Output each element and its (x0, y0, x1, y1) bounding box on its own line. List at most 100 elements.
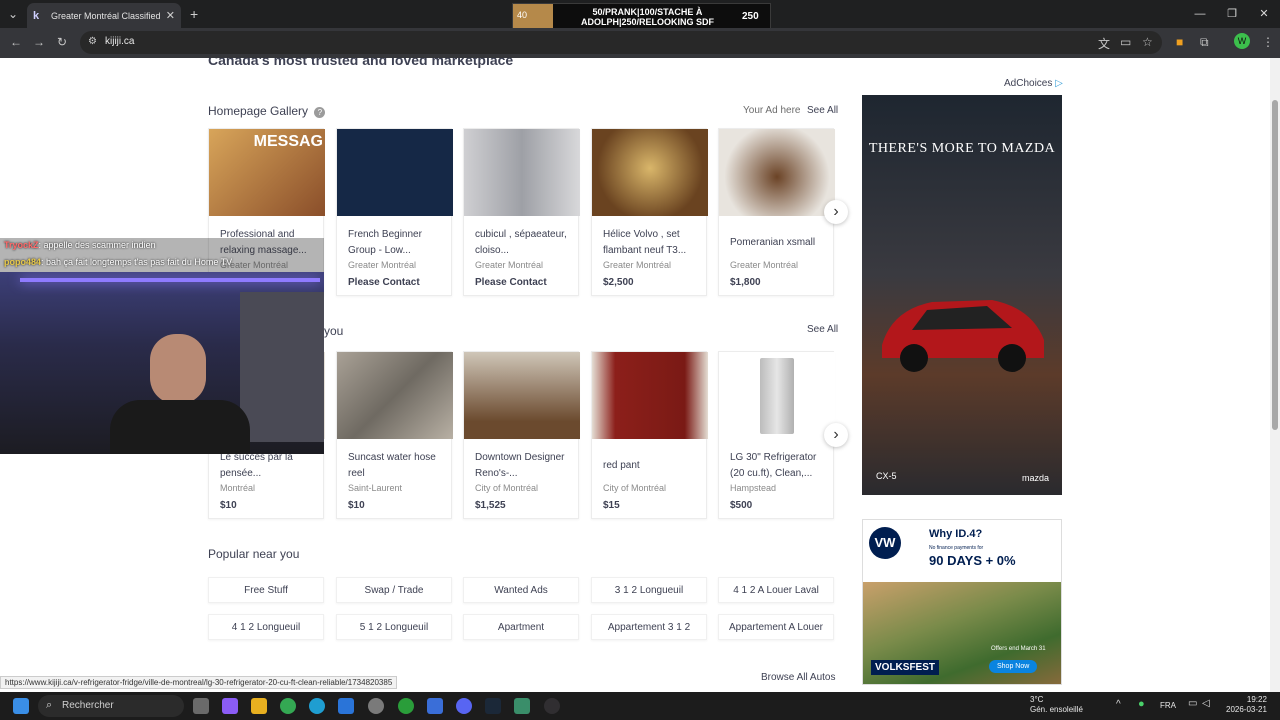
gallery-title: Homepage Gallery ? (208, 104, 326, 118)
listing-price: $1,525 (475, 500, 506, 511)
popular-link[interactable]: Wanted Ads (463, 577, 579, 603)
extension-icon[interactable]: ■ (1176, 35, 1183, 49)
popular-link[interactable]: Swap / Trade (336, 577, 452, 603)
bookmark-star-icon[interactable]: ☆ (1142, 35, 1153, 49)
listing-image (464, 129, 580, 216)
browse-all-autos-link[interactable]: Browse All Autos (761, 672, 835, 683)
browser-tab[interactable]: k Greater Montréal Classifieds - ✕ (27, 3, 181, 28)
translate-icon[interactable]: 文 (1098, 35, 1110, 52)
popular-link[interactable]: Appartement A Louer (718, 614, 834, 640)
taskbar-search-label: Rechercher (62, 700, 114, 711)
person-body (110, 400, 250, 454)
goal-left-value: 40 (513, 4, 553, 29)
listing-location: Montréal (220, 483, 256, 493)
browser-titlebar: ⌄ k Greater Montréal Classifieds - ✕ + 4… (0, 0, 1280, 30)
recommended-card[interactable]: LG 30" Refrigerator (20 cu.ft), Clean,..… (718, 351, 835, 519)
menu-kebab-icon[interactable]: ⋮ (1262, 35, 1274, 49)
weather-desc: Gén. ensoleillé (1030, 705, 1083, 714)
car-image-icon (882, 300, 1044, 372)
volume-icon[interactable]: ◁ (1202, 698, 1210, 709)
reload-icon[interactable]: ↻ (57, 35, 67, 49)
popular-link[interactable]: 4 1 2 Longueuil (208, 614, 324, 640)
adchoices-icon: ▷ (1055, 78, 1063, 89)
recommended-card[interactable]: Downtown Designer Reno's-... City of Mon… (463, 351, 580, 519)
popular-link[interactable]: 3 1 2 Longueuil (591, 577, 707, 603)
listing-price: $500 (730, 500, 753, 511)
discord-icon[interactable] (456, 698, 472, 714)
edge-icon[interactable] (309, 698, 325, 714)
app-icon[interactable] (514, 698, 530, 714)
mail-icon[interactable] (338, 698, 354, 714)
listing-price: $2,500 (603, 277, 634, 288)
scrollbar-thumb[interactable] (1272, 100, 1278, 430)
gallery-next-arrow-icon[interactable]: › (824, 200, 848, 224)
vw-shop-now-button[interactable]: Shop Now (989, 660, 1038, 673)
popular-link[interactable]: Free Stuff (208, 577, 324, 603)
page-scrollbar[interactable] (1270, 58, 1280, 692)
listing-location: City of Montréal (603, 483, 667, 493)
chat-text: : appelle des scammer indien (38, 240, 156, 250)
weather-widget[interactable]: 3°C Gén. ensoleillé (1030, 695, 1083, 715)
steam-icon[interactable] (485, 698, 501, 714)
listing-image (719, 129, 835, 216)
vw-ad-offer-end: Offers end March 31 (991, 646, 1046, 652)
copilot-icon[interactable] (222, 698, 238, 714)
site-info-icon[interactable]: ⚙ (88, 36, 97, 47)
minimize-icon[interactable]: — (1184, 0, 1216, 28)
chat-username: TryockZ (4, 240, 39, 250)
recommended-card[interactable]: Suncast water hose reel Saint-Laurent $1… (336, 351, 453, 519)
extensions-puzzle-icon[interactable]: ⧉ (1200, 35, 1209, 50)
adchoices-link[interactable]: AdChoices ▷ (1004, 78, 1063, 89)
clock[interactable]: 19:22 2026-03-21 (1226, 695, 1267, 715)
task-view-icon[interactable] (193, 698, 209, 714)
mazda-ad-banner[interactable]: THERE'S MORE TO MAZDA CX-5 mazda (862, 95, 1062, 495)
cast-icon[interactable]: ▭ (1120, 35, 1131, 49)
back-icon[interactable]: ← (10, 35, 22, 49)
store-icon[interactable] (427, 698, 443, 714)
chrome-icon[interactable] (280, 698, 296, 714)
address-bar[interactable]: ⚙ kijiji.ca 文 ▭ ☆ (80, 31, 1162, 54)
settings-icon[interactable] (368, 698, 384, 714)
xbox-icon[interactable] (398, 698, 414, 714)
taskbar-search[interactable]: ⌕ Rechercher (38, 695, 184, 717)
network-icon[interactable]: ▭ (1188, 698, 1197, 709)
listing-location: Greater Montréal (348, 260, 417, 270)
tray-chevron-icon[interactable]: ^ (1116, 699, 1121, 710)
gallery-card[interactable]: cubicul , sépaeateur, cloiso... Greater … (463, 128, 580, 296)
gallery-card[interactable]: Pomeranian xsmall Greater Montréal $1,80… (718, 128, 835, 296)
profile-avatar-icon[interactable]: W (1234, 33, 1250, 49)
your-ad-here-link[interactable]: Your Ad here (743, 105, 800, 116)
microphone-icon[interactable]: ● (1138, 698, 1145, 710)
listing-location: Hampstead (730, 483, 777, 493)
popular-link[interactable]: Apartment (463, 614, 579, 640)
popular-link[interactable]: Appartement 3 1 2 (591, 614, 707, 640)
close-tab-icon[interactable]: ✕ (166, 9, 175, 22)
obs-icon[interactable] (544, 698, 560, 714)
gallery-see-all-link[interactable]: See All (807, 105, 838, 116)
recommended-see-all-link[interactable]: See All (807, 324, 838, 335)
language-indicator[interactable]: FRA (1160, 701, 1176, 710)
popular-link[interactable]: 4 1 2 A Louer Laval (718, 577, 834, 603)
url-text: kijiji.ca (105, 36, 135, 47)
new-tab-icon[interactable]: + (190, 6, 198, 22)
recommended-next-arrow-icon[interactable]: › (824, 423, 848, 447)
windows-start-icon[interactable] (13, 698, 29, 714)
listing-location: City of Montréal (475, 483, 539, 493)
gallery-card[interactable]: French Beginner Group - Low... Greater M… (336, 128, 453, 296)
page-headline: Canada's most trusted and loved marketpl… (208, 58, 514, 68)
forward-icon[interactable]: → (33, 35, 45, 49)
listing-title: Suncast water hose reel (348, 452, 436, 479)
recommended-card[interactable]: red pant City of Montréal $15 (591, 351, 708, 519)
maximize-icon[interactable]: ❐ (1216, 0, 1248, 28)
vw-ad-banner[interactable]: VW Why ID.4? No finance payments for 90 … (862, 519, 1062, 685)
wall-panel (240, 292, 324, 442)
file-explorer-icon[interactable] (251, 698, 267, 714)
listing-title: Hélice Volvo , set flambant neuf T3... (603, 229, 687, 256)
listing-title: cubicul , sépaeateur, cloiso... (475, 229, 567, 256)
popular-link[interactable]: 5 1 2 Longueuil (336, 614, 452, 640)
tab-search-icon[interactable]: ⌄ (8, 7, 18, 21)
help-icon[interactable]: ? (314, 107, 326, 118)
close-window-icon[interactable]: ✕ (1248, 0, 1280, 28)
listing-price: Please Contact (475, 277, 547, 288)
gallery-card[interactable]: Hélice Volvo , set flambant neuf T3... G… (591, 128, 708, 296)
